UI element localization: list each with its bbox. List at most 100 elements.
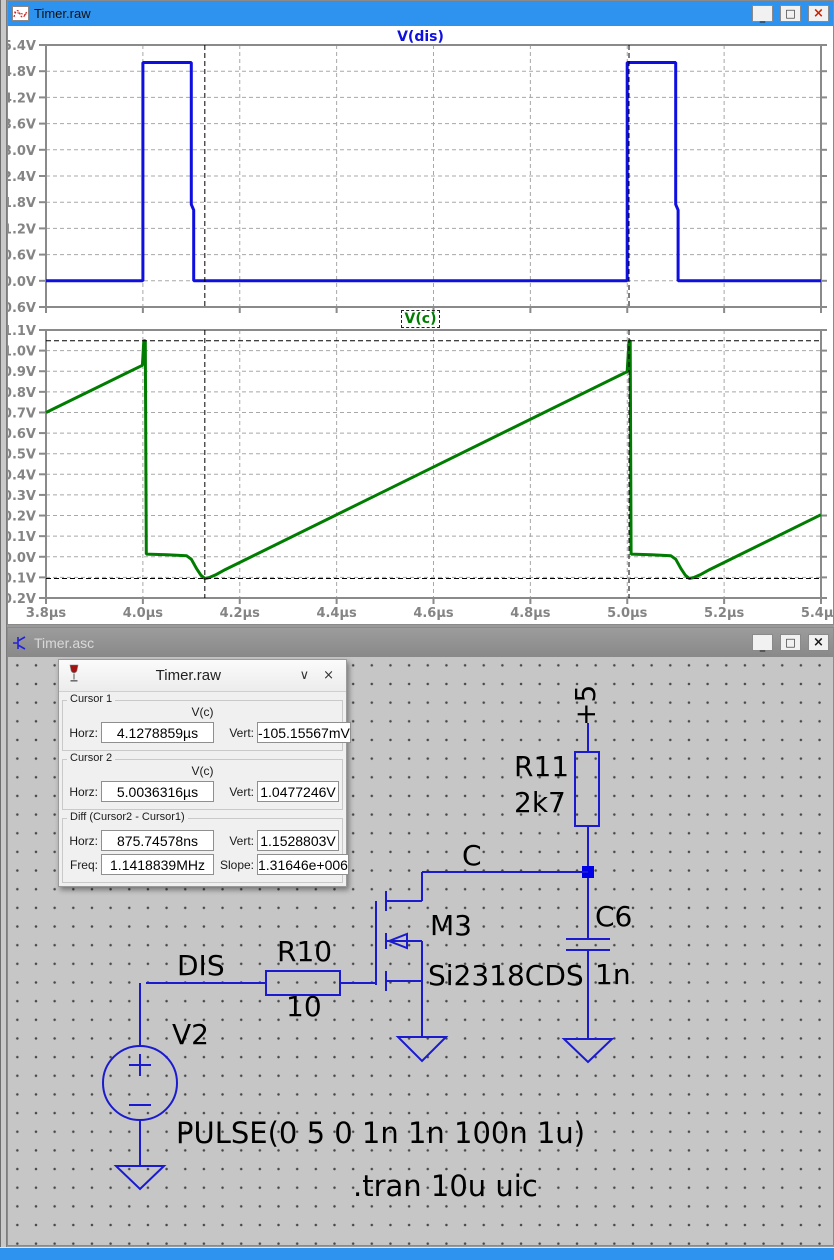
svg-text:4.4µs: 4.4µs [316, 606, 357, 621]
diff-horz-field[interactable]: 875.74578ns [101, 830, 214, 851]
plot-area[interactable]: 5.4V4.8V4.2V3.6V3.0V2.4V1.8V1.2V0.6V0.0V… [8, 26, 833, 624]
svg-text:4.0µs: 4.0µs [123, 606, 164, 621]
cursor2-vert-field[interactable]: 1.0477246V [257, 781, 339, 802]
svg-text:0.4V: 0.4V [8, 468, 36, 483]
maximize-button[interactable]: □ [780, 5, 801, 22]
diff-vert-label: Vert: [217, 834, 254, 848]
close-button[interactable]: × [808, 634, 829, 651]
cursor1-group-label: Cursor 1 [67, 693, 115, 705]
svg-text:3.0V: 3.0V [8, 144, 36, 159]
schematic-area[interactable]: +5 R11 2k7 C [8, 657, 833, 1245]
svg-text:4.6µs: 4.6µs [413, 606, 454, 621]
wine-glass-icon [67, 664, 81, 688]
r11-name-label[interactable]: R11 [514, 750, 569, 783]
svg-text:0.8V: 0.8V [8, 386, 36, 401]
svg-text:3.8µs: 3.8µs [26, 606, 67, 621]
diff-group-label: Diff (Cursor2 - Cursor1) [67, 811, 188, 823]
supply-label[interactable]: +5 [569, 685, 602, 726]
resistor-r11[interactable] [575, 723, 599, 866]
cursor2-group-label: Cursor 2 [67, 752, 115, 764]
svg-text:0.0V: 0.0V [8, 551, 36, 566]
mdi-frame-edge [0, 0, 7, 1260]
voltage-source-v2[interactable] [103, 983, 177, 1166]
svg-text:2.4V: 2.4V [8, 170, 36, 185]
svg-text:0.3V: 0.3V [8, 489, 36, 504]
ground-symbol-c6[interactable] [564, 1039, 612, 1062]
minimize-button[interactable]: _ [752, 5, 773, 22]
diff-vert-field[interactable]: 1.1528803V [257, 830, 339, 851]
maximize-button[interactable]: □ [780, 634, 801, 651]
svg-text:4.2V: 4.2V [8, 91, 36, 106]
minimize-icon: _ [760, 643, 766, 650]
cursor2-group: Cursor 2 V(c) Horz: 5.0036316µs Vert: 1.… [62, 759, 343, 810]
close-button[interactable]: × [808, 5, 829, 22]
cursor1-horz-label: Horz: [66, 726, 98, 740]
v2-name-label[interactable]: V2 [172, 1018, 209, 1051]
net-c-label[interactable]: C [462, 839, 482, 872]
maximize-icon: □ [785, 637, 795, 648]
svg-text:1.2V: 1.2V [8, 222, 36, 237]
svg-text:0.6V: 0.6V [8, 427, 36, 442]
v2-value-label[interactable]: PULSE(0 5 0 1n 1n 100n 1u) [176, 1116, 585, 1150]
diff-group: Diff (Cursor2 - Cursor1) Horz: 875.74578… [62, 818, 343, 883]
svg-text:-0.1V: -0.1V [8, 571, 36, 586]
cursor1-vert-label: Vert: [217, 726, 254, 740]
time-axis-labels: 3.8µs4.0µs4.2µs4.4µs4.6µs4.8µs5.0µs5.2µs… [26, 606, 833, 621]
cursor2-vert-label: Vert: [217, 785, 254, 799]
diff-slope-field[interactable]: 1.31646e+006 [257, 854, 349, 875]
cursor1-vert-field[interactable]: -105.15567mV [257, 722, 351, 743]
plot2-title-row: V(c) [8, 310, 833, 328]
diff-slope-label: Slope: [217, 858, 254, 872]
r10-name-label[interactable]: R10 [277, 935, 332, 968]
chevron-down-icon[interactable]: ∨ [296, 668, 314, 683]
cursor1-horz-field[interactable]: 4.1278859µs [101, 722, 214, 743]
schematic-window: Timer.asc _ □ × +5 R11 2k7 C [7, 627, 834, 1246]
cursor2-horz-field[interactable]: 5.0036316µs [101, 781, 214, 802]
axis-labels: 1.1V1.0V0.9V0.8V0.7V0.6V0.5V0.4V0.3V0.2V… [8, 324, 36, 607]
ground-symbol-m3[interactable] [398, 1037, 446, 1061]
schematic-window-title: Timer.asc [34, 635, 94, 651]
svg-text:0.9V: 0.9V [8, 365, 36, 380]
svg-text:0.5V: 0.5V [8, 448, 36, 463]
m3-model-label[interactable]: Si2318CDS [428, 959, 584, 992]
svg-text:5.4V: 5.4V [8, 39, 36, 54]
cursor1-trace-name: V(c) [66, 705, 339, 719]
diff-freq-field[interactable]: 1.1418839MHz [101, 854, 214, 875]
c6-name-label[interactable]: C6 [595, 900, 632, 933]
svg-text:0.7V: 0.7V [8, 406, 36, 421]
diff-horz-label: Horz: [66, 834, 98, 848]
cursor-dialog-titlebar[interactable]: Timer.raw ∨ × [59, 660, 346, 692]
cursor2-horz-label: Horz: [66, 785, 98, 799]
r10-value-label[interactable]: 10 [286, 990, 322, 1023]
maximize-icon: □ [785, 8, 795, 19]
net-dis-label[interactable]: DIS [177, 949, 225, 982]
cursor2-trace-name: V(c) [66, 764, 339, 778]
svg-text:0.0V: 0.0V [8, 275, 36, 290]
svg-text:0.6V: 0.6V [8, 249, 36, 264]
wire-net-c[interactable] [422, 872, 588, 901]
cursor-dialog[interactable]: Timer.raw ∨ × Cursor 1 V(c) Horz: 4.1278… [58, 659, 347, 887]
svg-text:0.2V: 0.2V [8, 510, 36, 525]
axis-labels: 5.4V4.8V4.2V3.6V3.0V2.4V1.8V1.2V0.6V0.0V… [8, 39, 36, 316]
dialog-close-icon[interactable]: × [319, 668, 338, 683]
close-icon: × [813, 7, 824, 20]
schematic-titlebar[interactable]: Timer.asc _ □ × [8, 628, 833, 657]
r11-value-label[interactable]: 2k7 [514, 786, 566, 819]
next-window-titlebar-edge [0, 1247, 834, 1260]
cursor-dialog-title: Timer.raw [87, 667, 290, 684]
plot2-title[interactable]: V(c) [401, 310, 441, 328]
waveform-window-title: Timer.raw [34, 6, 91, 21]
m3-name-label[interactable]: M3 [430, 909, 472, 942]
svg-text:0.1V: 0.1V [8, 530, 36, 545]
ground-symbol-v2[interactable] [116, 1166, 164, 1189]
cursor1-group: Cursor 1 V(c) Horz: 4.1278859µs Vert: -1… [62, 700, 343, 751]
minimize-icon: _ [760, 14, 766, 21]
schematic-window-icon [12, 635, 29, 650]
mosfet-m3[interactable] [340, 891, 422, 1037]
spice-directive[interactable]: .tran 10u uic [353, 1169, 538, 1203]
svg-text:5.4µs: 5.4µs [801, 606, 833, 621]
waveform-titlebar[interactable]: Timer.raw _ □ × [8, 1, 833, 26]
c6-value-label[interactable]: 1n [595, 958, 631, 991]
minimize-button[interactable]: _ [752, 634, 773, 651]
svg-text:4.8V: 4.8V [8, 65, 36, 80]
